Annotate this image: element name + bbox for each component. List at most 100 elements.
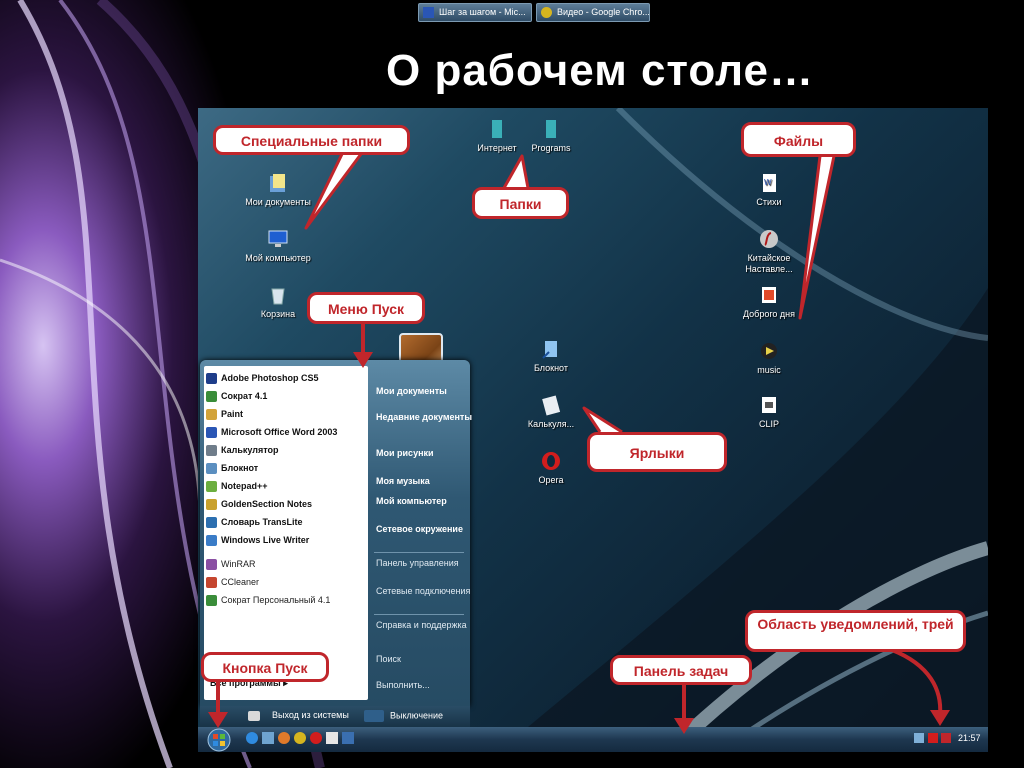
language-icon[interactable] xyxy=(941,733,951,743)
folder-icon xyxy=(492,120,502,138)
recycle-bin-icon xyxy=(271,288,285,305)
start-menu-program-item[interactable]: CCleaner xyxy=(206,574,259,590)
calculator-icon xyxy=(542,395,561,416)
desktop-icon-label: Китайское Наставле... xyxy=(745,253,793,274)
callout-folders: Папки xyxy=(472,187,569,219)
image-file-icon xyxy=(762,287,776,303)
chrome-icon[interactable] xyxy=(294,732,306,744)
desktop-icon-label: Интернет xyxy=(477,143,517,153)
start-menu-program-item[interactable]: Adobe Photoshop CS5 xyxy=(206,370,319,386)
opera-icon[interactable] xyxy=(310,732,322,744)
start-menu-program-item[interactable]: Словарь TransLite xyxy=(206,514,303,530)
callout-special-folders: Специальные папки xyxy=(213,125,410,155)
start-menu-separator xyxy=(374,552,464,553)
start-menu-network[interactable]: Сетевое окружение xyxy=(376,524,463,535)
callout-shortcuts: Ярлыки xyxy=(587,432,727,472)
desktop-icon-calculator[interactable]: Калькуля... xyxy=(514,394,588,430)
my-documents-icon xyxy=(270,174,285,192)
start-menu-footer: Выход из системы Выключение xyxy=(200,706,470,727)
shutdown-label: Выключение xyxy=(390,710,444,721)
network-icon[interactable] xyxy=(914,733,924,743)
program-label: Сократ Персональный 4.1 xyxy=(221,595,331,605)
flash-file-icon xyxy=(760,230,778,248)
start-menu-recent-documents[interactable]: Недавние документы xyxy=(376,412,472,423)
program-label: Сократ 4.1 xyxy=(221,391,268,401)
slide-title: О рабочем столе… xyxy=(386,46,815,95)
callout-label: Специальные папки xyxy=(240,133,383,149)
program-label: Notepad++ xyxy=(221,481,268,491)
start-menu-program-item[interactable]: Microsoft Office Word 2003 xyxy=(206,424,337,440)
firefox-icon[interactable] xyxy=(278,732,290,744)
program-label: Paint xyxy=(221,409,244,419)
program-icon xyxy=(206,516,217,528)
start-menu-program-item[interactable]: Paint xyxy=(206,406,243,422)
start-menu-my-pictures[interactable]: Мои рисунки xyxy=(376,448,434,459)
program-label: Словарь TransLite xyxy=(221,517,303,527)
program-icon xyxy=(206,594,217,606)
start-menu-program-item[interactable]: Notepad++ xyxy=(206,478,268,494)
desktop-icon-label: Стихи xyxy=(756,197,782,207)
callout-taskbar: Панель задач xyxy=(610,655,752,685)
callout-label: Меню Пуск xyxy=(327,301,405,317)
desktop-icon-my-documents[interactable]: Мои документы xyxy=(241,172,315,208)
desktop-icon-chinese-teacher[interactable]: Китайское Наставле... xyxy=(732,228,806,275)
desktop-icon-stihi[interactable]: W Стихи xyxy=(732,172,806,208)
start-menu-program-item[interactable]: Калькулятор xyxy=(206,442,279,458)
chrome-icon xyxy=(541,7,552,18)
computer-icon xyxy=(268,230,288,247)
desktop-icon-good-day[interactable]: Доброго дня xyxy=(732,284,806,320)
shutdown-button[interactable]: Выключение xyxy=(364,710,443,722)
video-file-icon xyxy=(762,397,776,413)
taskbar-button-chrome[interactable]: Видео - Google Chro... xyxy=(536,3,650,22)
start-menu-program-item[interactable]: Блокнот xyxy=(206,460,258,476)
start-menu-program-item[interactable]: WinRAR xyxy=(206,556,256,572)
desktop-icon-label: Opera xyxy=(538,475,564,485)
desktop-icon-label: music xyxy=(757,365,781,375)
app-icon[interactable] xyxy=(342,732,354,744)
start-menu-help[interactable]: Справка и поддержка xyxy=(376,620,467,631)
desktop-icon-programs[interactable]: Programs xyxy=(514,118,588,154)
desktop-icon-label: Мой компьютер xyxy=(245,253,311,263)
show-desktop-icon[interactable] xyxy=(262,732,274,744)
start-menu-search[interactable]: Поиск xyxy=(376,654,401,665)
start-menu-my-computer[interactable]: Мой компьютер xyxy=(376,496,447,507)
desktop-icon-label: Мои документы xyxy=(245,197,311,207)
taskbar-button-word[interactable]: Шаг за шагом - Mic... xyxy=(418,3,532,22)
desktop-icon-music[interactable]: music xyxy=(732,340,806,376)
start-menu-run[interactable]: Выполнить... xyxy=(376,680,430,691)
callout-start-button: Кнопка Пуск xyxy=(201,652,329,682)
program-icon xyxy=(206,558,217,570)
start-menu-program-item[interactable]: Сократ Персональный 4.1 xyxy=(206,592,330,608)
desktop-icon-label: CLIP xyxy=(758,419,779,429)
taskbar-button-label: Видео - Google Chro... xyxy=(557,7,650,17)
clock[interactable]: 21:57 xyxy=(958,733,981,743)
desktop-icon-recycle-bin[interactable]: Корзина xyxy=(241,284,315,320)
callout-label: Ярлыки xyxy=(629,445,685,461)
program-icon xyxy=(206,372,217,384)
start-menu-my-music[interactable]: Моя музыка xyxy=(376,476,430,487)
desktop-icon-clip[interactable]: CLIP xyxy=(732,394,806,430)
start-menu-my-documents[interactable]: Мои документы xyxy=(376,386,447,397)
program-label: Adobe Photoshop CS5 xyxy=(221,373,319,383)
desktop-icon-my-computer[interactable]: Мой компьютер xyxy=(241,228,315,264)
start-menu-program-item[interactable]: Windows Live Writer xyxy=(206,532,309,548)
program-label: WinRAR xyxy=(221,559,256,569)
logoff-label: Выход из системы xyxy=(272,710,349,720)
ie-icon[interactable] xyxy=(246,732,258,744)
program-icon xyxy=(206,444,217,456)
logoff-button[interactable]: Выход из системы xyxy=(248,710,349,721)
program-icon xyxy=(206,462,217,474)
start-menu-program-item[interactable]: Сократ 4.1 xyxy=(206,388,267,404)
start-menu-program-item[interactable]: GoldenSection Notes xyxy=(206,496,312,512)
start-menu-control-panel[interactable]: Панель управления xyxy=(376,558,459,569)
app-icon[interactable] xyxy=(326,732,338,744)
start-button[interactable] xyxy=(207,728,231,752)
desktop-icon-notepad[interactable]: Блокнот xyxy=(514,338,588,374)
antivirus-icon[interactable] xyxy=(928,733,938,743)
start-menu-separator xyxy=(374,614,464,615)
desktop-icon-opera[interactable]: Opera xyxy=(514,450,588,486)
callout-label: Файлы xyxy=(773,133,824,149)
callout-files: Файлы xyxy=(741,122,856,157)
callout-start-menu: Меню Пуск xyxy=(307,292,425,324)
start-menu-network-connections[interactable]: Сетевые подключения xyxy=(376,586,470,597)
